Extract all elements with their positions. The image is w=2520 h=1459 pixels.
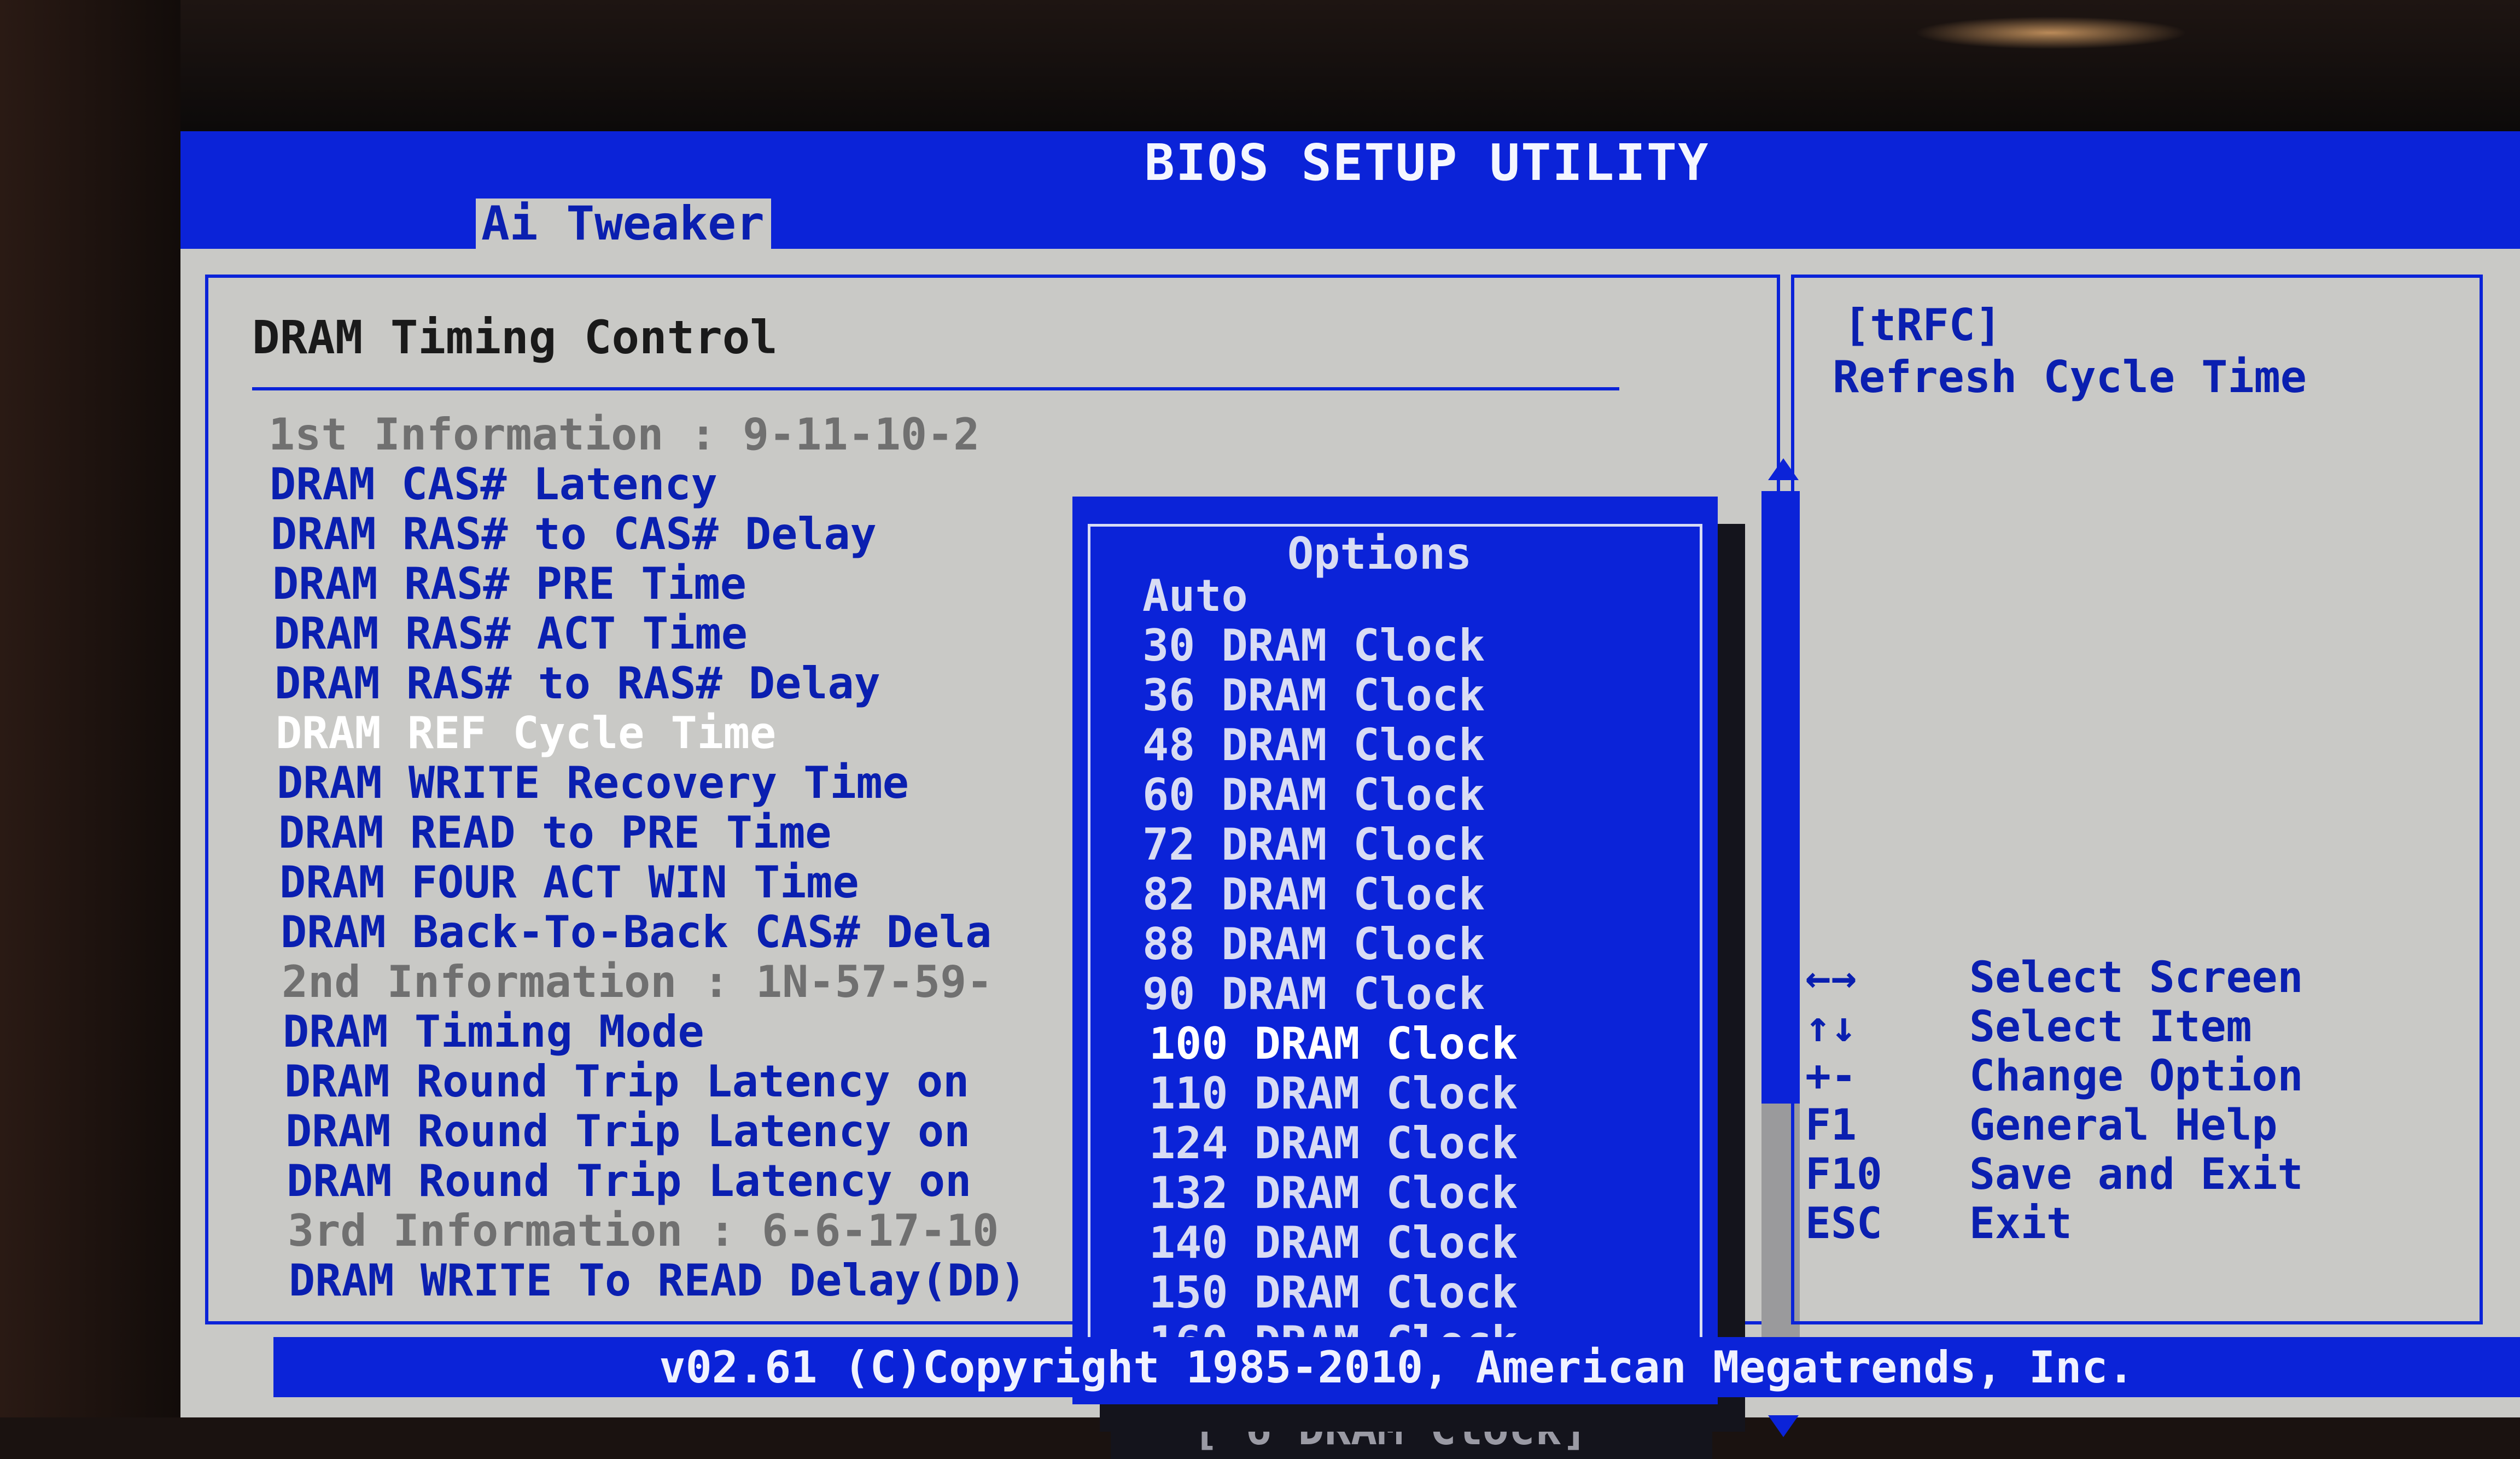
menu-item[interactable]: DRAM Timing Mode <box>283 1006 704 1057</box>
option-item[interactable]: 72 DRAM Clock <box>1142 819 1485 870</box>
bios-screen: BIOS SETUP UTILITY Ai Tweaker DRAM Timin… <box>180 131 2520 1459</box>
key-hint-key: F10 <box>1805 1150 1882 1199</box>
menu-item[interactable]: DRAM CAS# Latency <box>270 459 718 510</box>
key-hint-key: F1 <box>1805 1101 1857 1150</box>
key-hint-description: Save and Exit <box>1969 1150 2303 1199</box>
key-hint-key: ↑↓ <box>1805 1002 1857 1052</box>
menu-item[interactable]: DRAM WRITE Recovery Time <box>277 757 909 808</box>
setting-value[interactable]: [ 6 DRAM Clock] <box>1111 1399 1712 1459</box>
menu-item-selected[interactable]: DRAM REF Cycle Time <box>276 708 776 758</box>
option-item[interactable]: 124 DRAM Clock <box>1149 1118 1518 1169</box>
key-hint-description: Select Item <box>1969 1002 2252 1052</box>
menu-item[interactable]: DRAM Round Trip Latency on <box>287 1155 971 1206</box>
help-description: Refresh Cycle Time <box>1833 352 2307 402</box>
option-item[interactable]: 36 DRAM Clock <box>1142 670 1485 721</box>
option-item[interactable]: 132 DRAM Clock <box>1149 1168 1518 1218</box>
help-title: [tRFC] <box>1844 300 2002 351</box>
key-hint-description: Select Screen <box>1969 953 2303 1002</box>
tab-ai-tweaker[interactable]: Ai Tweaker <box>476 196 771 251</box>
key-hint-key: +- <box>1805 1052 1857 1101</box>
menu-item[interactable]: DRAM Round Trip Latency on <box>284 1056 969 1107</box>
menu-item[interactable]: DRAM READ to PRE Time <box>278 807 831 858</box>
scroll-down-arrow-icon[interactable] <box>1768 1415 1799 1437</box>
help-panel: [tRFC] Refresh Cycle Time ←→ Select Scree… <box>1791 275 2483 1324</box>
options-popup: Options Auto 30 DRAM Clock 36 DRAM Clock 48… <box>1072 497 1718 1404</box>
section-divider <box>252 387 1619 390</box>
section-title: DRAM Timing Control <box>252 311 778 364</box>
option-item[interactable]: 90 DRAM Clock <box>1142 968 1485 1019</box>
tab-bar: Ai Tweaker <box>180 194 2520 251</box>
copyright-footer: v02.61 (C)Copyright 1985-2010, American … <box>273 1337 2520 1397</box>
options-popup-title: Options <box>1271 527 1489 581</box>
option-item[interactable]: 140 DRAM Clock <box>1149 1217 1518 1268</box>
option-item[interactable]: 82 DRAM Clock <box>1142 869 1485 920</box>
key-hint-description: General Help <box>1969 1101 2278 1150</box>
settings-panel: DRAM Timing Control 1st Information : 9-… <box>205 275 1800 1459</box>
info-line: 3rd Information : 6-6-17-10 <box>288 1205 999 1256</box>
menu-item[interactable]: DRAM RAS# ACT Time <box>273 608 748 659</box>
menu-item[interactable]: DRAM WRITE To READ Delay(DD) <box>289 1255 1026 1306</box>
key-hint-key: ESC <box>1805 1199 1882 1248</box>
option-item[interactable]: Auto <box>1142 570 1248 621</box>
title-bar: BIOS SETUP UTILITY <box>180 131 2520 194</box>
menu-item[interactable]: DRAM RAS# to CAS# Delay <box>271 509 877 559</box>
option-item[interactable]: 60 DRAM Clock <box>1142 769 1485 820</box>
option-item[interactable]: 30 DRAM Clock <box>1142 620 1485 671</box>
key-hint-description: Exit <box>1969 1199 2072 1248</box>
menu-item[interactable]: DRAM FOUR ACT WIN Time <box>279 857 859 908</box>
key-hint-key: ←→ <box>1805 953 1857 1002</box>
light-reflection <box>1914 16 2188 49</box>
option-item[interactable]: 110 DRAM Clock <box>1149 1068 1518 1119</box>
option-item[interactable]: 88 DRAM Clock <box>1142 919 1485 970</box>
menu-item[interactable]: DRAM Round Trip Latency on <box>285 1106 970 1157</box>
option-item[interactable]: 48 DRAM Clock <box>1142 720 1485 771</box>
menu-item[interactable]: DRAM Back-To-Back CAS# Dela <box>281 907 991 958</box>
options-popup-frame: Options Auto 30 DRAM Clock 36 DRAM Clock 48… <box>1088 524 1702 1388</box>
option-item[interactable]: 150 DRAM Clock <box>1149 1267 1518 1318</box>
key-hint-description: Change Option <box>1969 1052 2303 1101</box>
info-line: 2nd Information : 1N-57-59- <box>282 956 993 1007</box>
info-line: 1st Information : 9-11-10-2 <box>269 409 980 460</box>
monitor-bezel-left <box>0 0 180 1417</box>
option-item-highlighted[interactable]: 100 DRAM Clock <box>1149 1018 1518 1069</box>
bios-title: BIOS SETUP UTILITY <box>1144 133 1710 192</box>
menu-item[interactable]: DRAM RAS# to RAS# Delay <box>275 658 880 709</box>
menu-item[interactable]: DRAM RAS# PRE Time <box>272 558 746 609</box>
